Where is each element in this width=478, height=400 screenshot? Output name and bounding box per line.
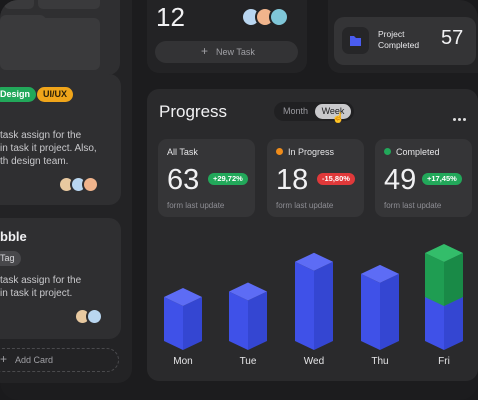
day-label-wed: Wed [303, 356, 325, 367]
avatar [82, 176, 99, 193]
project-completed-value: 57 [441, 27, 464, 49]
day-label-thu: Thu [371, 356, 389, 367]
stat-value: 18 [276, 164, 309, 196]
description-line: in task it project. [0, 288, 73, 299]
image-tile [32, 18, 100, 70]
new-task-button[interactable]: + New Task [155, 41, 298, 63]
stat-label: Completed [384, 147, 440, 157]
day-label-fri: Fri [438, 356, 450, 367]
task-card[interactable]: bble Tag task assign for the in task it … [0, 218, 121, 339]
bar-wed[interactable] [295, 252, 333, 350]
tab-month[interactable]: Month [283, 106, 308, 116]
status-dot-green [384, 148, 391, 155]
description-line: task assign for the [0, 130, 82, 141]
new-task-label: New Task [216, 47, 255, 57]
stat-value: 63 [167, 164, 200, 196]
add-card-label: Add Card [15, 355, 54, 365]
project-completed-label: Project Completed [378, 29, 419, 51]
bar-tue[interactable] [229, 282, 267, 351]
stat-label: In Progress [276, 147, 334, 157]
stat-label-text: Completed [396, 147, 440, 157]
stat-card-in-progress[interactable]: In Progress 18 -15,80% form last update [267, 139, 364, 217]
weekly-progress-chart [164, 244, 463, 351]
task-count-panel: 12 + New Task [147, 0, 307, 73]
card-description: task assign for the in task it project. … [0, 129, 97, 168]
card-description: task assign for the in task it project. [0, 274, 81, 300]
board-card-top[interactable] [0, 0, 120, 75]
stat-label: All Task [167, 147, 198, 157]
stat-card-all-task[interactable]: All Task 63 +29,72% form last update [158, 139, 255, 217]
more-options-icon[interactable] [453, 108, 468, 126]
image-tile [4, 0, 34, 9]
progress-title: Progress [159, 102, 228, 121]
cursor-icon: ☝ [332, 113, 345, 124]
day-label-mon: Mon [173, 356, 193, 367]
status-dot-orange [276, 148, 283, 155]
bar-mon[interactable] [164, 288, 202, 350]
task-card[interactable]: Design UI/UX task assign for the in task… [0, 74, 121, 205]
day-label-tue: Tue [239, 356, 257, 367]
stat-delta-badge: +29,72% [208, 173, 248, 185]
stat-footnote: form last update [167, 201, 225, 210]
description-line: task assign for the [0, 275, 82, 286]
folder-icon [342, 27, 369, 54]
stat-footnote: form last update [276, 201, 334, 210]
tag-uiux[interactable]: UI/UX [37, 87, 74, 102]
tag-chip[interactable]: Tag [0, 251, 21, 266]
description-line: th design team. [0, 156, 69, 167]
image-tile [38, 0, 100, 9]
avatar [86, 308, 103, 325]
plus-icon: + [0, 352, 8, 366]
add-card-button[interactable]: + Add Card [0, 348, 119, 372]
plus-icon: + [201, 44, 209, 58]
avatar [269, 7, 289, 27]
stat-value: 49 [384, 164, 417, 196]
project-completed-card[interactable]: Project Completed 57 [334, 17, 476, 65]
stat-footnote: form last update [384, 201, 442, 210]
label-line: Completed [378, 40, 420, 50]
period-toggle: Month Week ☝ [274, 102, 354, 124]
stat-delta-badge: -15,80% [317, 173, 355, 185]
stat-card-completed[interactable]: Completed 49 +17,45% form last update [375, 139, 472, 217]
card-title: bble [0, 229, 27, 244]
bar-fri-completed[interactable] [425, 244, 463, 306]
stat-delta-badge: +17,45% [422, 173, 462, 185]
description-line: in task it project. Also, [0, 143, 97, 154]
label-line: Project [378, 29, 405, 39]
dashboard: Design UI/UX task assign for the in task… [0, 0, 478, 400]
stat-label-text: In Progress [288, 147, 335, 157]
tag-design[interactable]: Design [0, 87, 37, 102]
summary-panel: Project Completed 57 [328, 0, 478, 73]
task-count: 12 [156, 2, 185, 32]
bar-thu[interactable] [361, 264, 399, 350]
